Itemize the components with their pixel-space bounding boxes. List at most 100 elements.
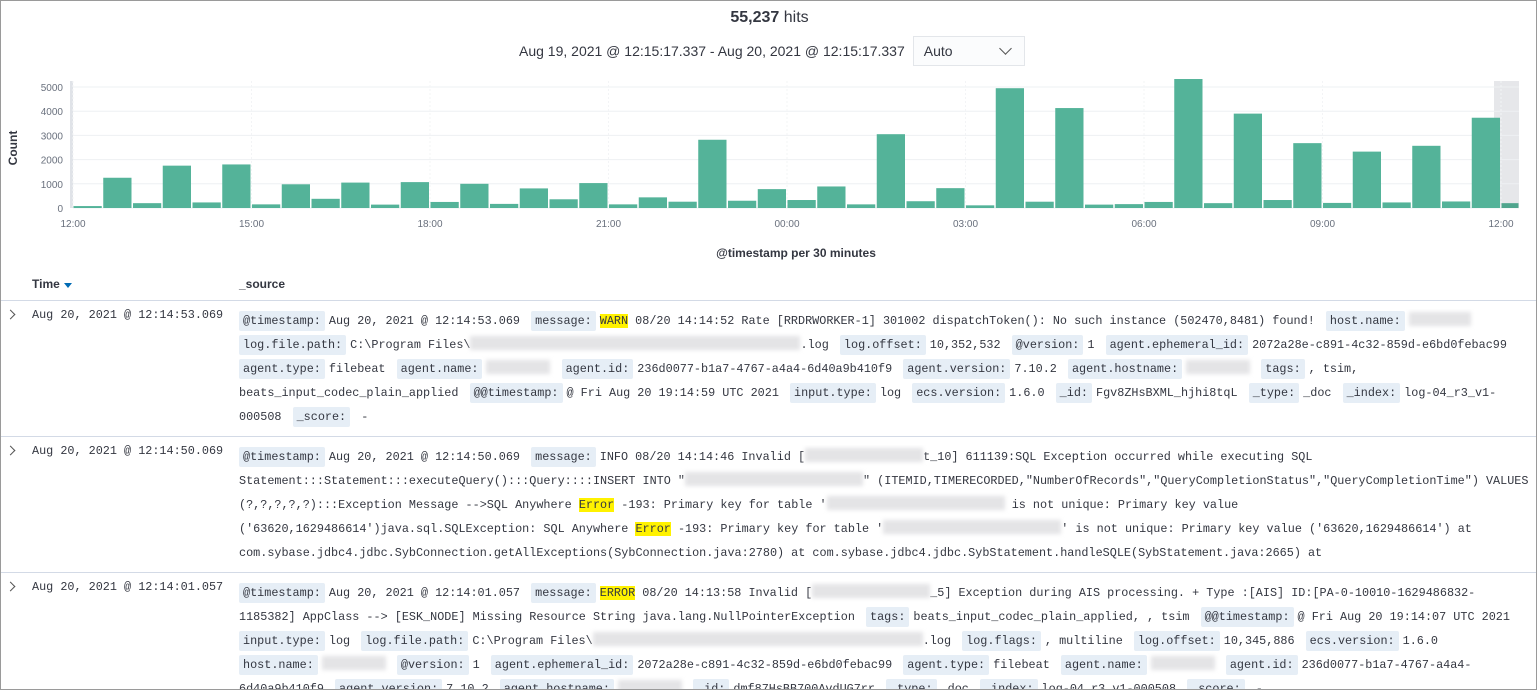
field-key[interactable]: @@timestamp: (469, 383, 563, 403)
histogram-bar[interactable] (638, 197, 667, 208)
histogram-bar[interactable] (341, 182, 370, 208)
histogram-bar[interactable] (400, 182, 429, 208)
field-key[interactable]: ecs.version: (1305, 631, 1399, 651)
field-key[interactable]: @@timestamp: (1200, 607, 1294, 627)
field-key[interactable]: _id: (1055, 383, 1092, 403)
histogram-bar[interactable] (728, 200, 757, 208)
histogram-bar[interactable] (1442, 201, 1471, 208)
field-key[interactable]: @version: (1011, 335, 1084, 355)
field-key[interactable]: host.name: (1325, 311, 1405, 331)
field-key[interactable]: agent.version: (903, 359, 1011, 379)
histogram-bar[interactable] (817, 186, 846, 208)
field-key[interactable]: agent.hostname: (499, 679, 614, 689)
histogram-bar[interactable] (1323, 202, 1352, 208)
field-key[interactable]: @timestamp: (239, 583, 325, 603)
expand-row-chevron-icon[interactable] (5, 581, 16, 592)
field-key[interactable]: agent.type: (903, 655, 990, 675)
histogram-bar[interactable] (103, 177, 132, 208)
field-key[interactable]: agent.name: (396, 359, 483, 379)
field-key[interactable]: @timestamp: (239, 447, 325, 467)
field-key[interactable]: agent.type: (239, 359, 325, 379)
field-key[interactable]: message: (531, 311, 596, 331)
histogram-bar[interactable] (876, 134, 905, 208)
field-key[interactable]: message: (531, 447, 596, 467)
histogram-bar[interactable] (222, 164, 251, 208)
histogram-bar[interactable] (995, 88, 1024, 208)
field-key[interactable]: host.name: (239, 655, 318, 675)
histogram-bar[interactable] (252, 204, 281, 208)
histogram-bar[interactable] (668, 201, 697, 208)
field-key[interactable]: agent.ephemeral_id: (1105, 335, 1249, 355)
histogram-bar[interactable] (1114, 204, 1143, 208)
histogram-bar[interactable] (698, 139, 727, 208)
field-key[interactable]: _type: (886, 679, 937, 689)
field-key[interactable]: log.offset: (1133, 631, 1220, 651)
histogram-bar[interactable] (1263, 200, 1292, 208)
histogram-bar[interactable] (1144, 201, 1173, 208)
field-key[interactable]: log.file.path: (361, 631, 469, 651)
histogram-bar[interactable] (162, 165, 191, 208)
histogram-bar[interactable] (787, 200, 816, 208)
field-key[interactable]: message: (531, 583, 596, 603)
histogram-bar[interactable] (549, 199, 578, 208)
field-key[interactable]: log.flags: (962, 631, 1041, 651)
expand-row-chevron-icon[interactable] (5, 309, 16, 320)
field-key[interactable]: @version: (396, 655, 469, 675)
sort-descending-icon[interactable] (63, 282, 72, 288)
histogram-bar[interactable] (906, 201, 935, 208)
histogram-bar[interactable] (1501, 203, 1519, 208)
field-key[interactable]: tags: (1261, 359, 1305, 379)
histogram-bar[interactable] (519, 188, 548, 208)
field-key[interactable]: log.offset: (839, 335, 926, 355)
field-key[interactable]: log.file.path: (239, 335, 347, 355)
histogram-bar[interactable] (847, 204, 876, 208)
field-key[interactable]: agent.id: (1225, 655, 1298, 675)
histogram-bar[interactable] (1085, 204, 1114, 208)
expand-row-chevron-icon[interactable] (5, 445, 16, 456)
field-key[interactable]: agent.version: (335, 679, 443, 689)
histogram-bar[interactable] (1204, 203, 1233, 208)
field-value: WARN 08/20 14:14:52 Rate [RRDRWORKER-1] … (599, 314, 1315, 328)
field-key[interactable]: _score: (292, 407, 351, 427)
histogram-bar[interactable] (311, 198, 340, 208)
histogram-bar[interactable] (579, 183, 608, 208)
field-key[interactable]: tags: (866, 607, 910, 627)
field-key[interactable]: _index: (1342, 383, 1401, 403)
field-key[interactable]: agent.hostname: (1067, 359, 1183, 379)
histogram-bar[interactable] (460, 183, 489, 208)
histogram-bar[interactable] (1352, 151, 1381, 208)
histogram-chart[interactable]: Count @timestamp per 30 minutes 0 1000 200… (1, 1, 1537, 266)
field-key[interactable]: _id: (693, 679, 730, 689)
histogram-bar[interactable] (490, 203, 519, 208)
field-key[interactable]: agent.id: (561, 359, 634, 379)
histogram-bar[interactable] (936, 188, 965, 208)
field-value: Aug 20, 2021 @ 12:14:01.057 (329, 586, 520, 600)
histogram-bar[interactable] (1412, 145, 1441, 208)
histogram-bar[interactable] (757, 189, 786, 208)
field-key[interactable]: _score: (1187, 679, 1245, 689)
field-key[interactable]: input.type: (239, 631, 325, 651)
histogram-bar[interactable] (73, 206, 102, 208)
histogram-bar[interactable] (1382, 202, 1411, 208)
histogram-bar[interactable] (1233, 113, 1262, 208)
field-key[interactable]: _type: (1248, 383, 1300, 403)
field-key[interactable]: @timestamp: (239, 311, 325, 331)
histogram-bar[interactable] (281, 184, 310, 208)
column-header-time[interactable]: Time (32, 277, 72, 291)
histogram-bar[interactable] (192, 202, 221, 208)
histogram-bar[interactable] (1055, 108, 1084, 208)
histogram-bar[interactable] (1293, 143, 1322, 208)
histogram-bar[interactable] (1174, 79, 1203, 208)
field-key[interactable]: input.type: (790, 383, 876, 403)
field-key[interactable]: _index: (979, 679, 1038, 689)
field-key[interactable]: ecs.version: (912, 383, 1006, 403)
histogram-bar[interactable] (371, 204, 400, 208)
field-key[interactable]: agent.name: (1060, 655, 1147, 675)
histogram-bar[interactable] (430, 201, 459, 208)
histogram-bar[interactable] (1025, 201, 1054, 208)
histogram-bar[interactable] (609, 204, 638, 208)
histogram-bar[interactable] (133, 203, 162, 208)
histogram-bar[interactable] (966, 205, 995, 208)
field-key[interactable]: agent.ephemeral_id: (490, 655, 634, 675)
histogram-bar[interactable] (1471, 117, 1500, 208)
